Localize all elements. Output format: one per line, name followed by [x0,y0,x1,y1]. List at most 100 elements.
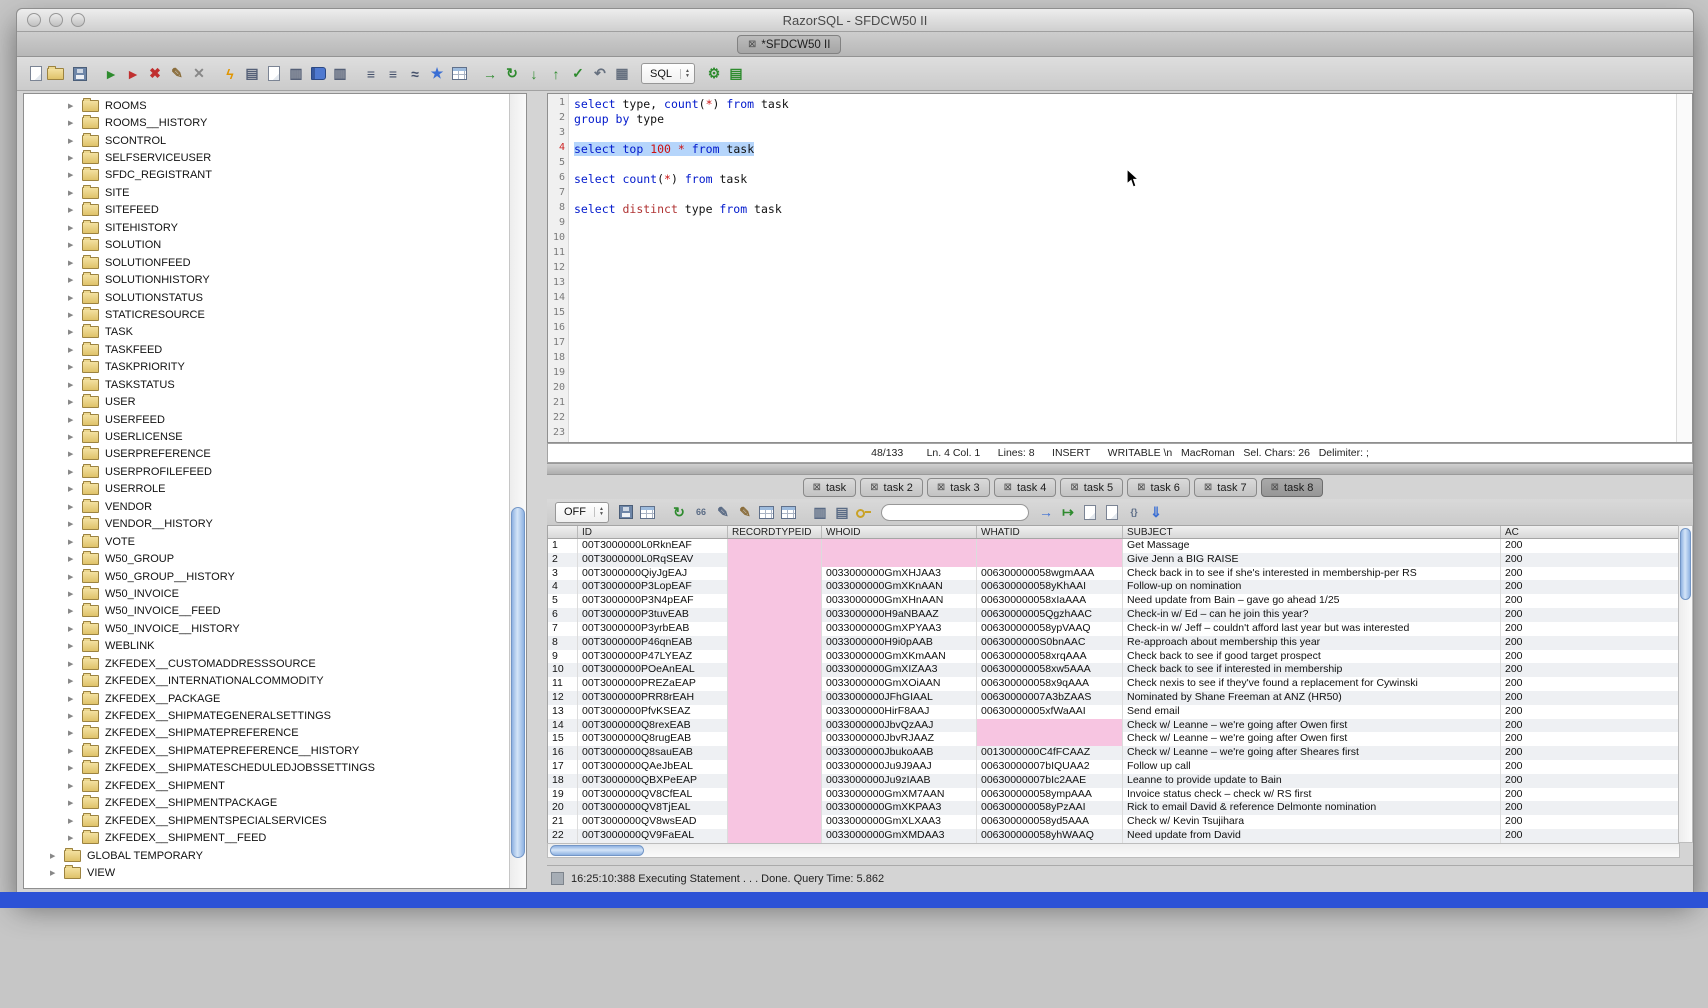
results-tab-task-6[interactable]: ⊠task 6 [1127,478,1190,497]
disclosure-triangle-icon[interactable]: ▶ [68,677,82,685]
disclosure-triangle-icon[interactable]: ▶ [68,555,82,563]
table-row-3[interactable]: 300T3000000QiyJgEAJ0033000000GmXHJAA3006… [548,567,1679,581]
close-tab-icon[interactable]: ⊠ [1137,483,1145,493]
disclosure-triangle-icon[interactable]: ▶ [68,450,82,458]
close-tab-icon[interactable]: ⊠ [1204,483,1212,493]
erase-icon[interactable]: ✕ [188,63,210,85]
search-next-icon[interactable]: → [1035,501,1057,523]
table-add-icon[interactable] [778,501,800,523]
tree-item-taskpriority[interactable]: ▶TASKPRIORITY [24,359,510,376]
table-row-15[interactable]: 1500T3000000Q8rugEAB0033000000JbvRJAAZCh… [548,732,1679,746]
tree-item-zkfedex-shipmentspecialservices[interactable]: ▶ZKFEDEX__SHIPMENTSPECIALSERVICES [24,812,510,829]
table-row-16[interactable]: 1600T3000000Q8sauEAB0033000000JbukoAAB00… [548,746,1679,760]
disclosure-triangle-icon[interactable]: ▶ [68,206,82,214]
disclosure-triangle-icon[interactable]: ▶ [68,660,82,668]
tree-item-userlicense[interactable]: ▶USERLICENSE [24,428,510,445]
column-header-recordtypeid[interactable]: RECORDTYPEID [728,526,822,538]
search-all-icon[interactable]: ↦ [1057,501,1079,523]
tree-item-taskfeed[interactable]: ▶TASKFEED [24,341,510,358]
disclosure-triangle-icon[interactable]: ▶ [68,328,82,336]
results-tab-task-4[interactable]: ⊠task 4 [994,478,1057,497]
disclosure-triangle-icon[interactable]: ▶ [68,102,82,110]
disclosure-triangle-icon[interactable]: ▶ [68,241,82,249]
table-row-2[interactable]: 200T3000000L0RqSEAVGive Jenn a BIG RAISE… [548,553,1679,567]
connect-icon[interactable]: ► [100,63,122,85]
tree-scrollbar-thumb[interactable] [511,507,525,858]
tree-item-zkfedex-shipmatescheduledjobssettings[interactable]: ▶ZKFEDEX__SHIPMATESCHEDULEDJOBSSETTINGS [24,760,510,777]
close-window-button[interactable] [27,13,41,27]
save-results-icon[interactable] [615,501,637,523]
close-document-icon[interactable]: ⊠ [748,40,756,50]
disclosure-triangle-icon[interactable]: ▶ [68,224,82,232]
close-tab-icon[interactable]: ⊠ [937,483,945,493]
copy-cell-icon[interactable]: ▥ [809,501,831,523]
tree-item-sitefeed[interactable]: ▶SITEFEED [24,202,510,219]
tree-item-sfdc-registrant[interactable]: ▶SFDC_REGISTRANT [24,167,510,184]
tree-item-zkfedex-shipmatepreference-history[interactable]: ▶ZKFEDEX__SHIPMATEPREFERENCE__HISTORY [24,742,510,759]
code-area[interactable]: select type, count(*) from taskgroup by … [569,94,1676,442]
tree-item-userpreference[interactable]: ▶USERPREFERENCE [24,446,510,463]
tree-item-solutionfeed[interactable]: ▶SOLUTIONFEED [24,254,510,271]
close-tab-icon[interactable]: ⊠ [1004,483,1012,493]
tree-item-userfeed[interactable]: ▶USERFEED [24,411,510,428]
zoom-window-button[interactable] [71,13,85,27]
tree-item-user[interactable]: ▶USER [24,393,510,410]
close-tab-icon[interactable]: ⊠ [1271,483,1279,493]
table-row-19[interactable]: 1900T3000000QV8CfEAL0033000000GmXM7AAN00… [548,788,1679,802]
tree-item-staticresource[interactable]: ▶STATICRESOURCE [24,306,510,323]
tree-item-taskstatus[interactable]: ▶TASKSTATUS [24,376,510,393]
disclosure-triangle-icon[interactable]: ▶ [68,346,82,354]
disclosure-triangle-icon[interactable]: ▶ [68,154,82,162]
form-view-icon[interactable]: ▤ [831,501,853,523]
table-row-11[interactable]: 1100T3000000PREZaEAP0033000000GmXOiAAN00… [548,677,1679,691]
disclosure-triangle-icon[interactable]: ▶ [68,573,82,581]
close-tab-icon[interactable]: ⊠ [813,483,821,493]
align-right-icon[interactable]: ≡ [382,63,404,85]
tree-item-vendor[interactable]: ▶VENDOR [24,498,510,515]
disclosure-triangle-icon[interactable]: ▶ [50,869,64,877]
filter-results-icon[interactable] [637,501,659,523]
table-row-21[interactable]: 2100T3000000QV8wsEAD0033000000GmXLXAA300… [548,815,1679,829]
column-header-ac[interactable]: AC [1501,526,1679,538]
rerun-icon[interactable]: ↻ [501,63,523,85]
disclosure-triangle-icon[interactable]: ▶ [50,852,64,860]
fetch-more-icon[interactable]: ⇓ [1145,501,1167,523]
tree-item-zkfedex-shipmategeneralsettings[interactable]: ▶ZKFEDEX__SHIPMATEGENERALSETTINGS [24,707,510,724]
disclosure-triangle-icon[interactable]: ▶ [68,712,82,720]
disclosure-triangle-icon[interactable]: ▶ [68,311,82,319]
describe-icon[interactable]: ▤ [241,63,263,85]
bookmark-icon[interactable] [307,63,329,85]
disclosure-triangle-icon[interactable]: ▶ [68,782,82,790]
commit-icon[interactable]: ✓ [567,63,589,85]
row-number-header[interactable] [548,526,578,538]
tree-item-global-temporary[interactable]: ▶GLOBAL TEMPORARY [24,847,510,864]
tree-item-zkfedex-shipment-feed[interactable]: ▶ZKFEDEX__SHIPMENT__FEED [24,829,510,846]
copy-icon[interactable]: ▥ [285,63,307,85]
column-header-subject[interactable]: SUBJECT [1123,526,1501,538]
tree-item-userrole[interactable]: ▶USERROLE [24,481,510,498]
disclosure-triangle-icon[interactable]: ▶ [68,834,82,842]
tree-item-view[interactable]: ▶VIEW [24,864,510,881]
log-icon[interactable]: ▤ [725,63,747,85]
table-row-7[interactable]: 700T3000000P3yrbEAB0033000000GmXPYAA3006… [548,622,1679,636]
align-left-icon[interactable]: ≡ [360,63,382,85]
disclosure-triangle-icon[interactable]: ▶ [68,590,82,598]
horizontal-splitter[interactable] [547,463,1693,475]
fetch-up-icon[interactable]: ↑ [545,63,567,85]
disclosure-triangle-icon[interactable]: ▶ [68,398,82,406]
tree-item-zkfedex-shipmentpackage[interactable]: ▶ZKFEDEX__SHIPMENTPACKAGE [24,795,510,812]
table-row-18[interactable]: 1800T3000000QBXPeEAP0033000000Ju9zIAAB00… [548,774,1679,788]
table-edit-icon[interactable] [756,501,778,523]
tree-item-zkfedex-shipment[interactable]: ▶ZKFEDEX__SHIPMENT [24,777,510,794]
column-header-whoid[interactable]: WHOID [822,526,977,538]
tree-item-solution[interactable]: ▶SOLUTION [24,237,510,254]
tree-item-w50-group[interactable]: ▶W50_GROUP [24,550,510,567]
disclosure-triangle-icon[interactable]: ▶ [68,276,82,284]
disclosure-triangle-icon[interactable]: ▶ [68,189,82,197]
window-titlebar[interactable]: RazorSQL - SFDCW50 II [17,9,1693,32]
table-row-9[interactable]: 900T3000000P47LYEAZ0033000000GmXKmAAN006… [548,650,1679,664]
results-tab-task-7[interactable]: ⊠task 7 [1194,478,1257,497]
table-row-5[interactable]: 500T3000000P3N4pEAF0033000000GmXHnAAN006… [548,594,1679,608]
document-tab[interactable]: ⊠ *SFDCW50 II [737,35,841,54]
disclosure-triangle-icon[interactable]: ▶ [68,729,82,737]
